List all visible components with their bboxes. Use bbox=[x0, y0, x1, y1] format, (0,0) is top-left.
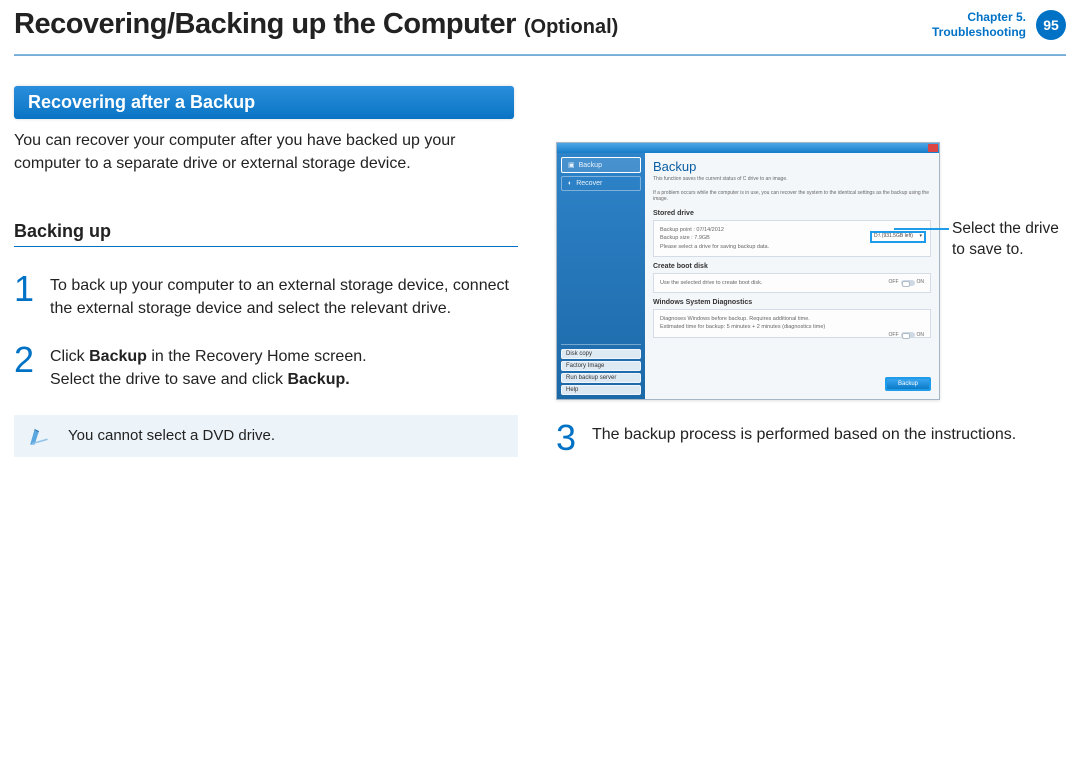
header-rule bbox=[14, 54, 1066, 56]
drive-select-value: D:\ (931.5GB left) bbox=[874, 233, 913, 241]
page-title: Recovering/Backing up the Computer bbox=[14, 8, 516, 41]
toggle-off-label-2: OFF bbox=[889, 332, 899, 340]
step-2-e: Backup. bbox=[287, 371, 349, 388]
create-boot-toggle: OFF ON bbox=[889, 279, 925, 287]
step-number-3: 3 bbox=[556, 422, 592, 454]
chapter-line1: Chapter 5. bbox=[932, 10, 1026, 24]
wsd-toggle: OFF ON bbox=[889, 332, 925, 340]
wsd-line1: Diagnoses Windows before backup. Require… bbox=[660, 315, 924, 323]
screenshot-desc1: This function saves the current status o… bbox=[653, 176, 931, 182]
folder-icon: ▣ bbox=[568, 161, 575, 169]
chevron-down-icon: ▾ bbox=[919, 233, 922, 241]
chapter-line2: Troubleshooting bbox=[932, 25, 1026, 39]
screenshot-titlebar bbox=[557, 143, 939, 153]
step-3: 3 The backup process is performed based … bbox=[556, 422, 1064, 454]
subheading-backing-up: Backing up bbox=[14, 221, 518, 247]
step-3-text: The backup process is performed based on… bbox=[592, 422, 1016, 446]
right-column: ▣ Backup ◐ Recover Disk copy Factory Ima… bbox=[556, 142, 1066, 478]
step-2-a: Click bbox=[50, 348, 89, 365]
intro-text: You can recover your computer after you … bbox=[14, 129, 514, 175]
sidebar-item-backup-label: Backup bbox=[579, 162, 602, 169]
sidebar-item-backup: ▣ Backup bbox=[561, 157, 641, 173]
chapter-wrap: Chapter 5. Troubleshooting 95 bbox=[932, 10, 1066, 40]
wsd-line2: Estimated time for backup: 5 minutes + 2… bbox=[660, 323, 924, 331]
sidebar-footer-factory-image: Factory Image bbox=[561, 361, 641, 371]
wsd-panel: Diagnoses Windows before backup. Require… bbox=[653, 309, 931, 338]
sidebar-footer-run-backup-server: Run backup server bbox=[561, 373, 641, 383]
screenshot-body: ▣ Backup ◐ Recover Disk copy Factory Ima… bbox=[557, 153, 939, 399]
toggle-on-label-2: ON bbox=[917, 332, 925, 340]
step-2-c: in the Recovery Home screen. bbox=[147, 348, 367, 365]
left-column: Recovering after a Backup You can recove… bbox=[14, 86, 522, 457]
chapter-text: Chapter 5. Troubleshooting bbox=[932, 10, 1026, 39]
toggle-off-label: OFF bbox=[889, 279, 899, 287]
step-2: 2 Click Backup in the Recovery Home scre… bbox=[14, 344, 522, 391]
step-1-text: To back up your computer to an external … bbox=[50, 273, 522, 320]
globe-icon: ◐ bbox=[568, 180, 572, 187]
toggle-switch-icon-2 bbox=[901, 332, 915, 338]
page-title-optional: (Optional) bbox=[524, 16, 618, 39]
section-title: Recovering after a Backup bbox=[14, 86, 514, 119]
callout-select-drive: Select the drive to save to. bbox=[952, 219, 1072, 261]
backup-button: Backup bbox=[885, 377, 931, 391]
sidebar-footer-help: Help bbox=[561, 385, 641, 395]
stored-drive-title: Stored drive bbox=[653, 210, 931, 217]
callout-connector-line bbox=[894, 228, 949, 230]
page-number-badge: 95 bbox=[1036, 10, 1066, 40]
sidebar-item-recover-label: Recover bbox=[576, 180, 602, 187]
toggle-on-label: ON bbox=[917, 279, 925, 287]
screenshot-sidebar-footer: Disk copy Factory Image Run backup serve… bbox=[561, 344, 641, 395]
sidebar-footer-disk-copy: Disk copy bbox=[561, 349, 641, 359]
pencil-note-icon bbox=[28, 425, 54, 447]
note-text: You cannot select a DVD drive. bbox=[68, 427, 275, 444]
step-number-2: 2 bbox=[14, 344, 50, 376]
screenshot-main: Backup This function saves the current s… bbox=[645, 153, 939, 399]
step-2-d: Select the drive to save and click bbox=[50, 371, 287, 388]
step-1: 1 To back up your computer to an externa… bbox=[14, 273, 522, 320]
step-2-b: Backup bbox=[89, 348, 147, 365]
screenshot-sidebar: ▣ Backup ◐ Recover Disk copy Factory Ima… bbox=[557, 153, 645, 399]
toggle-switch-icon bbox=[901, 280, 915, 286]
wsd-title: Windows System Diagnostics bbox=[653, 299, 931, 306]
page-title-wrap: Recovering/Backing up the Computer (Opti… bbox=[14, 8, 618, 41]
note-box: You cannot select a DVD drive. bbox=[14, 415, 518, 457]
page-header: Recovering/Backing up the Computer (Opti… bbox=[14, 8, 1066, 41]
stored-drive-panel: Backup point : 07/14/2012 Backup size : … bbox=[653, 220, 931, 257]
create-boot-panel: Use the selected drive to create boot di… bbox=[653, 273, 931, 293]
screenshot-desc2: If a problem occurs while the computer i… bbox=[653, 190, 931, 202]
create-boot-title: Create boot disk bbox=[653, 263, 931, 270]
screenshot-heading: Backup bbox=[653, 159, 931, 174]
window-close-icon bbox=[928, 144, 938, 152]
drive-select-dropdown: D:\ (931.5GB left) ▾ bbox=[870, 231, 926, 243]
recovery-app-screenshot: ▣ Backup ◐ Recover Disk copy Factory Ima… bbox=[556, 142, 940, 400]
step-2-text: Click Backup in the Recovery Home screen… bbox=[50, 344, 367, 391]
create-boot-text: Use the selected drive to create boot di… bbox=[660, 280, 762, 286]
sidebar-item-recover: ◐ Recover bbox=[561, 176, 641, 191]
stored-drive-hint: Please select a drive for saving backup … bbox=[660, 243, 924, 251]
step-number-1: 1 bbox=[14, 273, 50, 305]
